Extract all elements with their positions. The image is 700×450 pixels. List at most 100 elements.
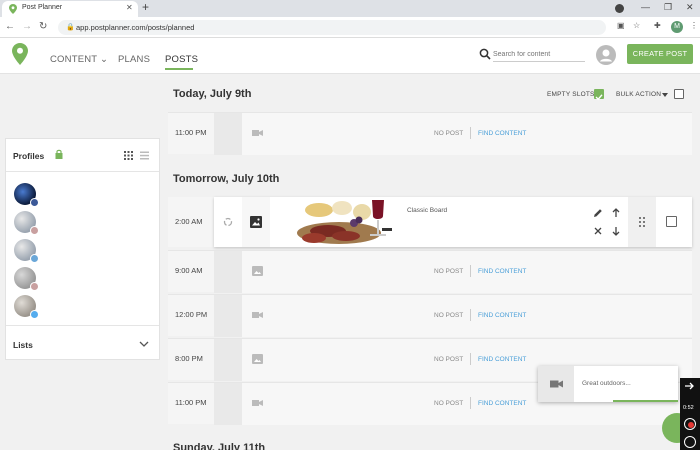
slot-time: 12:00 PM: [175, 310, 208, 319]
time-slot[interactable]: 11:00 PM NO POST FIND CONTENT: [168, 112, 692, 155]
extensions-icon[interactable]: ✚: [654, 21, 661, 30]
post-planner-logo[interactable]: [12, 43, 28, 65]
tab-title: Post Planner: [22, 4, 63, 11]
divider: [470, 127, 471, 139]
move-up-icon[interactable]: [611, 208, 621, 218]
image-icon: [252, 354, 263, 364]
divider: [6, 171, 159, 172]
list-view-icon[interactable]: [140, 151, 149, 160]
profile-avatar-instagram-2[interactable]: [14, 267, 39, 291]
browser-avatar[interactable]: M: [671, 21, 683, 33]
divider: [470, 397, 471, 409]
browser-tab[interactable]: Post Planner ✕: [2, 1, 138, 17]
post-thumbnail-image[interactable]: [284, 198, 404, 246]
nav-plans[interactable]: PLANS: [118, 54, 150, 65]
popup-progress-bar: [613, 400, 678, 402]
scheduled-post-row[interactable]: 2:00 AM Classic Board: [168, 197, 692, 247]
lock-icon: [55, 149, 63, 159]
star-icon[interactable]: ☆: [633, 21, 640, 30]
active-nav-indicator: [165, 68, 193, 70]
post-select-checkbox[interactable]: [666, 216, 677, 227]
tab-close-icon[interactable]: ✕: [126, 3, 133, 12]
slot-time: 11:00 PM: [175, 398, 207, 407]
qr-icon[interactable]: ▣: [617, 21, 625, 30]
forward-icon[interactable]: →: [22, 21, 32, 32]
instagram-icon: [30, 282, 39, 291]
content-suggestion-popup[interactable]: Great outdoors...: [538, 366, 678, 402]
chevron-down-icon[interactable]: [139, 340, 149, 348]
search-icon[interactable]: [479, 48, 491, 60]
slot-gutter: [214, 251, 242, 293]
screen-recorder-panel: 0:52: [680, 378, 700, 450]
pause-button[interactable]: [684, 436, 696, 448]
menu-dots-icon[interactable]: ⋮: [690, 21, 698, 30]
reload-icon[interactable]: ↻: [39, 21, 47, 32]
slot-time: 11:00 PM: [175, 128, 207, 137]
video-icon: [252, 400, 263, 406]
time-slot[interactable]: 12:00 PM NO POST FIND CONTENT: [168, 294, 692, 337]
chevron-down-icon: ⌄: [100, 54, 109, 65]
profiles-title: Profiles: [13, 151, 45, 161]
find-content-link[interactable]: FIND CONTENT: [478, 312, 526, 319]
slot-gutter: [214, 113, 242, 155]
window-close-icon[interactable]: ✕: [686, 2, 694, 13]
arrow-right-icon[interactable]: [685, 382, 695, 390]
profile-avatar-facebook[interactable]: [14, 183, 39, 207]
linkedin-icon: [30, 254, 39, 263]
url-text: app.postplanner.com/posts/planned: [76, 23, 195, 32]
no-post-label: NO POST: [434, 130, 464, 137]
record-dot-icon: [688, 422, 694, 428]
maximize-icon[interactable]: ❐: [664, 2, 672, 13]
find-content-link[interactable]: FIND CONTENT: [478, 400, 526, 407]
find-content-link[interactable]: FIND CONTENT: [478, 268, 526, 275]
time-slot[interactable]: 9:00 AM NO POST FIND CONTENT: [168, 250, 692, 293]
bulk-action-checkbox[interactable]: [674, 89, 684, 99]
record-button[interactable]: [684, 418, 696, 430]
image-icon: [252, 266, 263, 276]
edit-pencil-icon[interactable]: [593, 208, 603, 218]
user-icon: [600, 49, 612, 62]
popup-text: Great outdoors...: [582, 380, 631, 387]
slot-time: 9:00 AM: [175, 266, 203, 275]
lists-title[interactable]: Lists: [13, 340, 33, 350]
move-down-icon[interactable]: [611, 226, 621, 236]
nav-posts[interactable]: POSTS: [165, 54, 198, 65]
user-avatar[interactable]: [596, 45, 616, 65]
video-icon: [550, 380, 563, 388]
no-post-label: NO POST: [434, 356, 464, 363]
divider: [470, 353, 471, 365]
new-tab-button[interactable]: +: [142, 0, 149, 14]
find-content-link[interactable]: FIND CONTENT: [478, 130, 526, 137]
slot-gutter: [214, 295, 242, 337]
no-post-label: NO POST: [434, 400, 464, 407]
post-caption: Classic Board: [407, 207, 448, 214]
minimize-icon[interactable]: —: [641, 2, 650, 12]
profile-avatar-instagram[interactable]: [14, 211, 39, 235]
bulk-action-dropdown[interactable]: BULK ACTION: [616, 91, 661, 98]
delete-x-icon[interactable]: [593, 226, 603, 236]
post-planner-favicon: [9, 4, 17, 14]
create-post-button[interactable]: CREATE POST: [627, 44, 693, 64]
empty-slots-checkbox[interactable]: [594, 89, 604, 101]
find-content-link[interactable]: FIND CONTENT: [478, 356, 526, 363]
divider: [6, 325, 159, 326]
caret-down-icon[interactable]: [662, 93, 668, 97]
profile-avatar-twitter[interactable]: [14, 295, 39, 319]
divider: [470, 265, 471, 277]
check-icon: [595, 94, 603, 101]
twitter-icon: [30, 310, 39, 319]
grid-view-icon[interactable]: [124, 151, 133, 160]
nav-content[interactable]: CONTENT ⌄: [50, 54, 108, 65]
slot-gutter: [214, 383, 242, 425]
drag-handle-icon[interactable]: [638, 216, 646, 228]
scheduled-post-card[interactable]: Classic Board: [214, 197, 692, 247]
search-input[interactable]: [493, 48, 585, 62]
recycle-icon[interactable]: [223, 217, 233, 227]
no-post-label: NO POST: [434, 268, 464, 275]
slot-gutter: [214, 339, 242, 381]
url-field[interactable]: 🔒 app.postplanner.com/posts/planned: [58, 20, 606, 35]
profile-avatar-linkedin[interactable]: [14, 239, 39, 263]
browser-profile-icon[interactable]: [615, 4, 624, 13]
day-heading-today: Today, July 9th: [173, 88, 252, 100]
back-icon[interactable]: ←: [5, 21, 15, 32]
